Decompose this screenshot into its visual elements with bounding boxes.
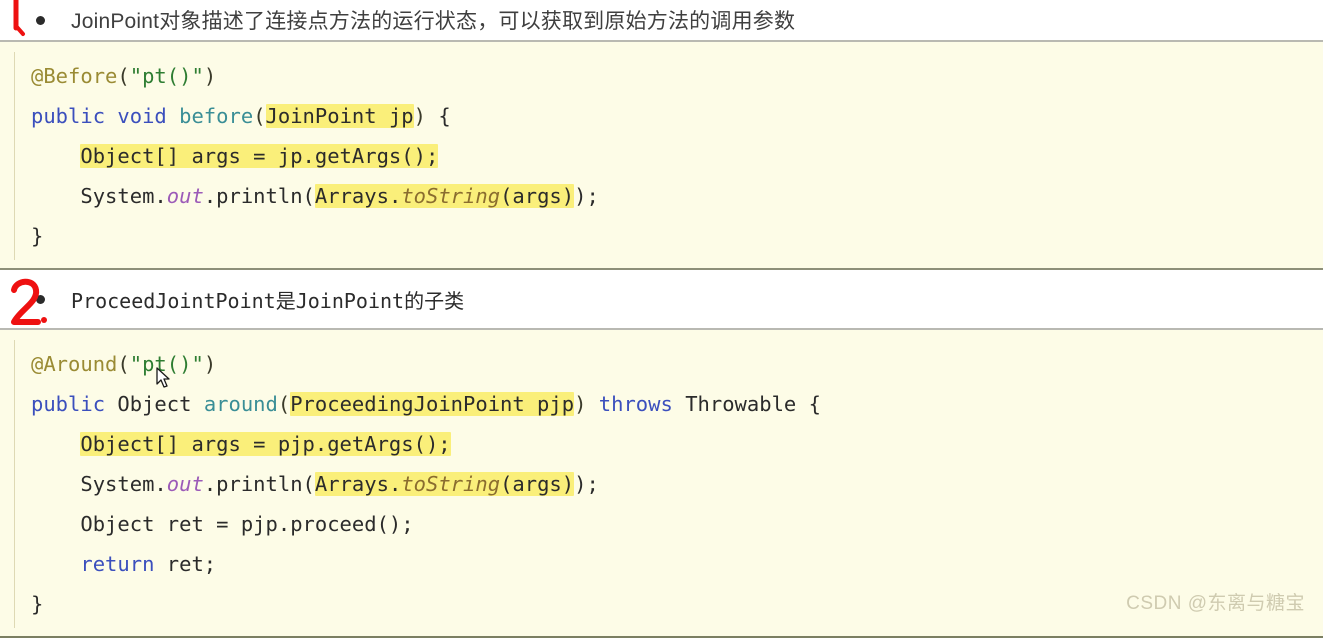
code-line: System.out.println(Arrays.toString(args)…	[80, 184, 599, 208]
code-line: Object[] args = pjp.getArgs();	[80, 432, 451, 456]
code-block-body: @Around("pt()") public Object around(Pro…	[14, 340, 1323, 628]
code-line: return ret;	[80, 552, 217, 576]
bullet-line-1: JoinPoint对象描述了连接点方法的运行状态，可以获取到原始方法的调用参数	[0, 0, 1323, 40]
code-line: @Around("pt()")	[31, 352, 217, 376]
csdn-watermark: CSDN @东离与糖宝	[1126, 593, 1305, 614]
bullet-line-2: ProceedJointPoint是JoinPoint的子类	[0, 270, 1323, 328]
code-line: Object[] args = jp.getArgs();	[80, 144, 439, 168]
code-line: Object ret = pjp.proceed();	[80, 512, 414, 536]
bullet-text-joinpoint: JoinPoint对象描述了连接点方法的运行状态，可以获取到原始方法的调用参数	[71, 10, 796, 33]
code-block-around-advice[interactable]: @Around("pt()") public Object around(Pro…	[0, 328, 1323, 638]
code-line: public Object around(ProceedingJoinPoint…	[31, 392, 821, 416]
code-block-before-advice[interactable]: @Before("pt()") public void before(JoinP…	[0, 40, 1323, 270]
bullet-dot-icon	[36, 15, 45, 25]
bullet-dot-icon	[36, 294, 45, 304]
code-line: public void before(JoinPoint jp) {	[31, 104, 451, 128]
code-line: }	[31, 224, 44, 248]
bullet-text-proceedjoinpoint: ProceedJointPoint是JoinPoint的子类	[71, 288, 465, 313]
code-line: System.out.println(Arrays.toString(args)…	[80, 472, 599, 496]
code-block-body: @Before("pt()") public void before(JoinP…	[14, 52, 1323, 260]
code-line: @Before("pt()")	[31, 64, 217, 88]
